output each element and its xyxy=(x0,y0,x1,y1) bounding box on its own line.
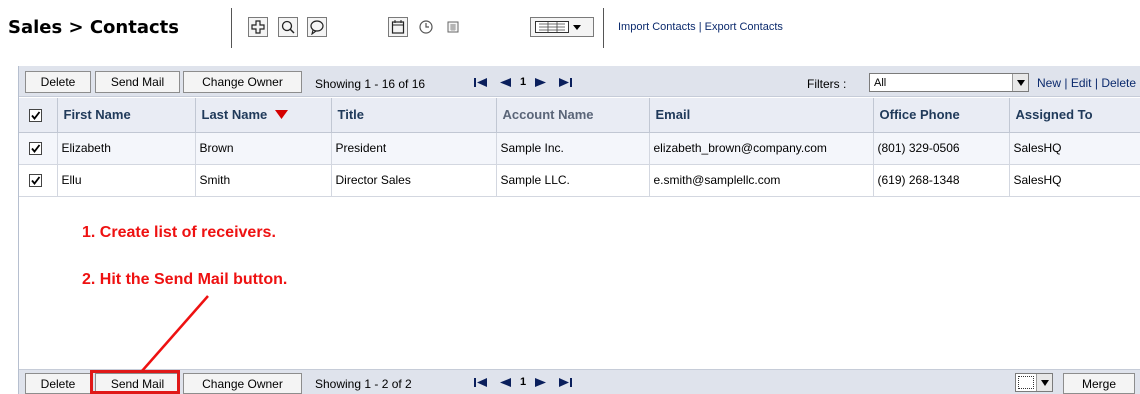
row-checkbox[interactable] xyxy=(19,132,58,165)
link-separator: | xyxy=(1094,76,1098,90)
cell-last-name[interactable]: Brown xyxy=(195,132,332,165)
header-divider xyxy=(231,8,232,48)
first-page-icon[interactable] xyxy=(472,77,490,88)
export-contacts-link[interactable]: Export Contacts xyxy=(705,21,783,33)
top-toolbar: Delete Send Mail Change Owner Showing 1 … xyxy=(19,66,1140,97)
next-page-icon[interactable] xyxy=(532,77,550,88)
row-checkbox[interactable] xyxy=(19,164,58,197)
contacts-table: First Name Last Name Title Account Name … xyxy=(19,98,1140,197)
first-page-icon[interactable] xyxy=(472,377,490,388)
cell-assigned-to: SalesHQ xyxy=(1009,132,1140,165)
calculator-icon[interactable] xyxy=(443,17,463,37)
clock-icon[interactable] xyxy=(416,17,436,37)
filter-select[interactable]: All xyxy=(869,73,1029,92)
link-separator: | xyxy=(698,21,702,33)
record-count-bottom: Showing 1 - 2 of 2 xyxy=(315,377,412,391)
table-header-row: First Name Last Name Title Account Name … xyxy=(19,98,1140,133)
chevron-down-icon xyxy=(1012,74,1028,91)
table-row: Elizabeth Brown President Sample Inc. el… xyxy=(19,132,1140,165)
link-separator: | xyxy=(1064,76,1068,90)
column-header-email[interactable]: Email xyxy=(649,98,874,133)
record-count: Showing 1 - 16 of 16 xyxy=(315,77,426,91)
previous-page-icon[interactable] xyxy=(496,77,514,88)
import-contacts-link[interactable]: Import Contacts xyxy=(618,21,696,33)
merge-template-select[interactable] xyxy=(1015,373,1053,392)
pagination: 1 xyxy=(472,76,574,88)
cell-account-name[interactable]: Sample Inc. xyxy=(496,132,650,165)
delete-button[interactable]: Delete xyxy=(25,71,91,93)
current-page: 1 xyxy=(520,376,527,388)
header-divider-2 xyxy=(603,8,604,48)
cell-assigned-to: SalesHQ xyxy=(1009,164,1140,197)
cell-title: President xyxy=(331,132,497,165)
bottom-toolbar: Delete Send Mail Change Owner Showing 1 … xyxy=(19,369,1140,394)
pagination-bottom: 1 xyxy=(472,376,574,388)
new-filter-link[interactable]: New xyxy=(1037,76,1061,90)
sort-descending-icon xyxy=(274,110,288,120)
edit-filter-link[interactable]: Edit xyxy=(1071,76,1092,90)
add-icon[interactable] xyxy=(248,17,268,37)
delete-button-bottom[interactable]: Delete xyxy=(25,373,91,394)
cell-last-name[interactable]: Smith xyxy=(195,164,332,197)
cell-office-phone: (619) 268-1348 xyxy=(873,164,1010,197)
send-mail-button-bottom[interactable]: Send Mail xyxy=(95,373,180,394)
filters-label: Filters : xyxy=(807,77,847,91)
table-row: Ellu Smith Director Sales Sample LLC. e.… xyxy=(19,164,1140,197)
send-mail-button[interactable]: Send Mail xyxy=(95,71,180,93)
filter-links: New | Edit | Delete xyxy=(1037,76,1136,90)
merge-button[interactable]: Merge xyxy=(1063,373,1135,394)
cell-email[interactable]: e.smith@samplellc.com xyxy=(649,164,874,197)
column-header-last-name[interactable]: Last Name xyxy=(195,98,332,133)
cell-first-name[interactable]: Ellu xyxy=(57,164,196,197)
filter-value: All xyxy=(874,76,887,89)
chat-bubble-icon[interactable] xyxy=(307,17,327,37)
column-view-icon xyxy=(535,21,569,33)
calendar-icon[interactable] xyxy=(388,17,408,37)
column-header-office-phone[interactable]: Office Phone xyxy=(873,98,1010,133)
page-title: Sales > Contacts xyxy=(8,17,179,38)
select-all-checkbox[interactable] xyxy=(19,98,58,133)
column-header-account-name[interactable]: Account Name xyxy=(496,98,650,133)
instruction-step-1: 1. Create list of receivers. xyxy=(82,224,276,241)
chevron-down-icon xyxy=(573,25,581,30)
search-icon[interactable] xyxy=(278,17,298,37)
change-owner-button-bottom[interactable]: Change Owner xyxy=(183,373,302,394)
column-header-assigned-to[interactable]: Assigned To xyxy=(1009,98,1140,133)
current-page: 1 xyxy=(520,76,527,88)
last-name-header-label: Last Name xyxy=(201,107,268,123)
focus-indicator xyxy=(1018,376,1034,389)
next-page-icon[interactable] xyxy=(532,377,550,388)
instruction-step-2: 2. Hit the Send Mail button. xyxy=(82,271,288,288)
previous-page-icon[interactable] xyxy=(496,377,514,388)
column-header-first-name[interactable]: First Name xyxy=(57,98,196,133)
last-page-icon[interactable] xyxy=(556,77,574,88)
last-page-icon[interactable] xyxy=(556,377,574,388)
view-dropdown[interactable] xyxy=(530,17,594,37)
column-header-title[interactable]: Title xyxy=(331,98,497,133)
chevron-down-icon xyxy=(1036,374,1052,391)
cell-account-name[interactable]: Sample LLC. xyxy=(496,164,650,197)
delete-filter-link[interactable]: Delete xyxy=(1101,76,1136,90)
cell-first-name[interactable]: Elizabeth xyxy=(57,132,196,165)
cell-title: Director Sales xyxy=(331,164,497,197)
import-export-links: Import Contacts | Export Contacts xyxy=(618,21,783,33)
change-owner-button[interactable]: Change Owner xyxy=(183,71,302,93)
cell-email[interactable]: elizabeth_brown@company.com xyxy=(649,132,874,165)
cell-office-phone: (801) 329-0506 xyxy=(873,132,1010,165)
